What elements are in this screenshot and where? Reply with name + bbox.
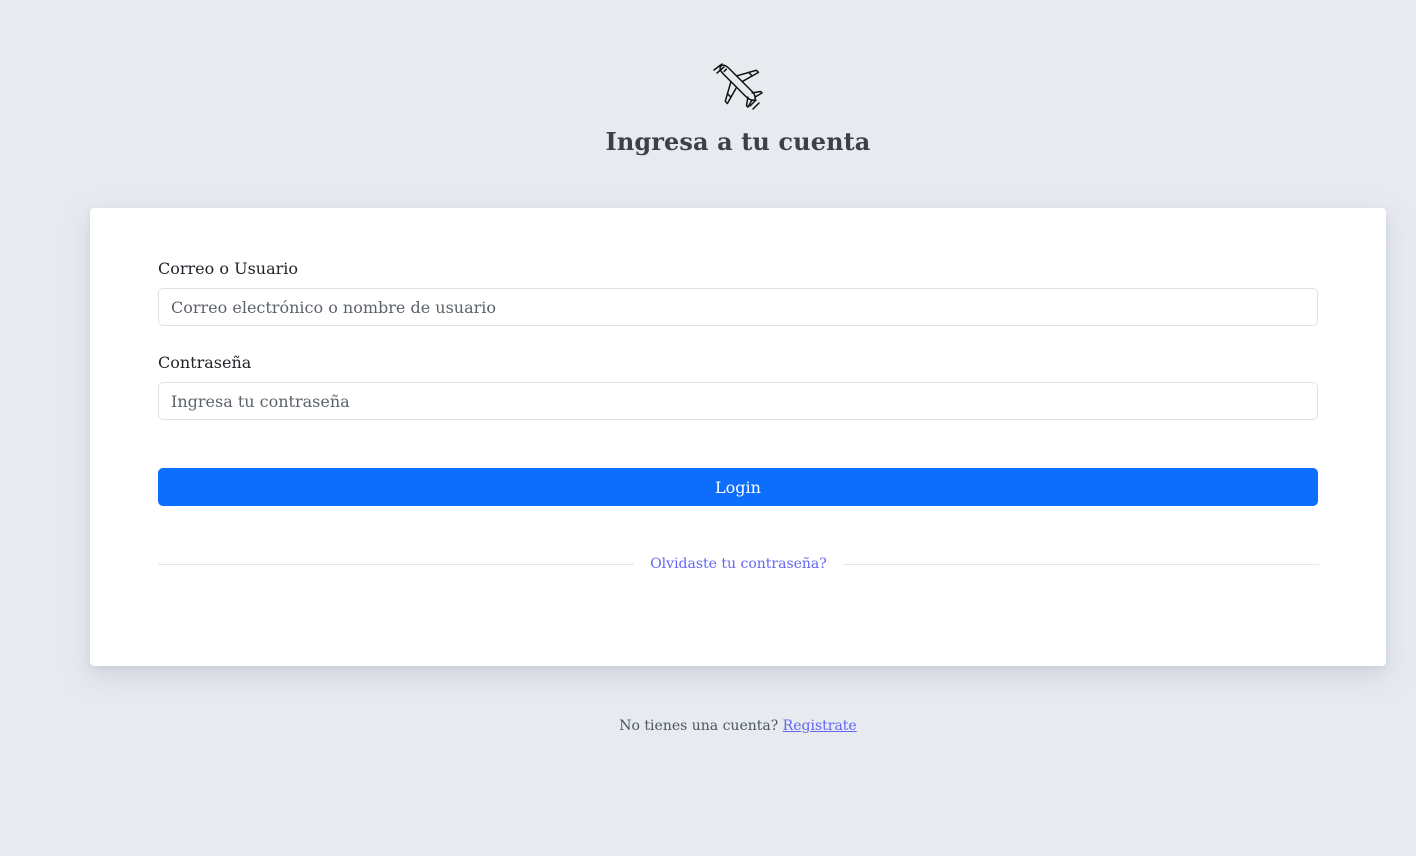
signup-prompt: No tienes una cuenta? (619, 718, 779, 734)
login-button[interactable]: Login (158, 468, 1318, 506)
signup-row: No tienes una cuenta? Registrate (0, 716, 1416, 736)
page-title: Ingresa a tu cuenta (605, 127, 871, 156)
login-card: Correo o Usuario Contraseña Login Olvida… (90, 208, 1386, 666)
register-link[interactable]: Registrate (783, 718, 857, 734)
username-label: Correo o Usuario (158, 259, 299, 278)
username-input[interactable] (158, 288, 1318, 326)
password-input[interactable] (158, 382, 1318, 420)
divider-line-left (158, 563, 635, 565)
login-page: Ingresa a tu cuenta Correo o Usuario Con… (0, 0, 1416, 856)
forgot-password-link[interactable]: Olvidaste tu contraseña? (634, 554, 843, 574)
password-label: Contraseña (158, 353, 252, 372)
airplane-icon (713, 63, 763, 110)
divider-line-right (842, 563, 1319, 565)
forgot-password-row: Olvidaste tu contraseña? (158, 554, 1319, 574)
